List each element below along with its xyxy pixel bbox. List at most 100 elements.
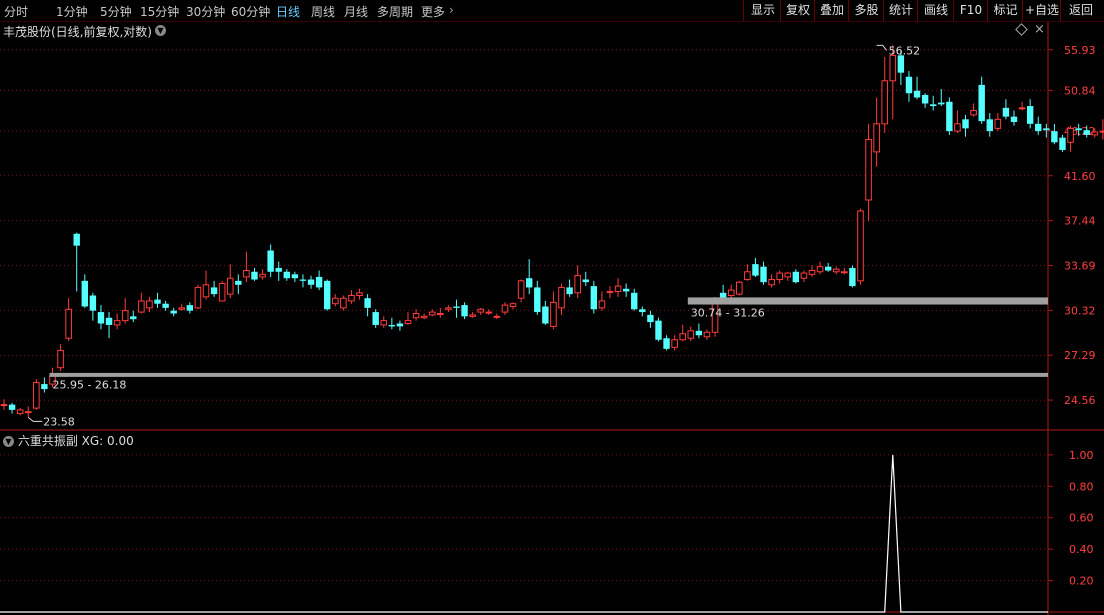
candle-body (986, 119, 993, 132)
y-tick-label: 37.44 (1064, 215, 1096, 228)
candle-body (420, 315, 428, 319)
band-label: 30.74 - 31.26 (691, 307, 765, 320)
candle-body (16, 409, 24, 414)
candle-body (445, 307, 452, 310)
candle-body (170, 310, 177, 314)
candle-body (558, 286, 565, 309)
candle-body (752, 264, 759, 276)
candle-body (89, 295, 97, 311)
candle-body (534, 287, 541, 313)
kline-chart: 24.5627.2930.3233.6937.4441.6046.2250.84… (0, 22, 1104, 615)
candle-body (202, 284, 210, 298)
candle-body (437, 312, 444, 315)
candle-body (1002, 107, 1010, 117)
candle-body (283, 271, 290, 279)
candle-body (380, 320, 388, 326)
candle-body (526, 278, 533, 288)
candle-body (453, 306, 460, 308)
candle-body (921, 94, 929, 104)
candle-body (695, 330, 703, 336)
candle-body (275, 267, 282, 272)
candle-body (509, 303, 517, 307)
high-label: 56.52 (889, 44, 921, 57)
candle-body (808, 269, 816, 275)
candle-body (905, 76, 913, 94)
candle-body (841, 271, 848, 274)
candle-body (800, 272, 808, 279)
y-tick-label: 50.84 (1064, 84, 1096, 97)
candle-body (267, 250, 274, 272)
candle-body (1035, 123, 1042, 132)
xg-line (0, 454, 1048, 613)
candle-body (146, 300, 153, 309)
support-band (49, 372, 1049, 377)
candle-body (340, 297, 347, 309)
y-tick-label: 33.69 (1064, 260, 1096, 273)
candle-body (8, 404, 16, 410)
candle-body (671, 339, 678, 348)
candle-body (930, 104, 937, 107)
candle-body (493, 315, 501, 318)
candle-body (881, 80, 889, 125)
candle-body (1051, 131, 1058, 143)
y-tick-label: 1.00 (1069, 449, 1094, 462)
candle-body (1083, 130, 1090, 135)
candle-body (315, 276, 323, 288)
candle-body (784, 272, 792, 278)
candle-body (954, 123, 961, 132)
y-tick-label: 41.60 (1064, 170, 1096, 183)
candle-body (639, 309, 646, 313)
candle-body (194, 286, 202, 309)
candle-body (744, 271, 751, 281)
y-tick-label: 0.60 (1069, 512, 1094, 525)
candle-body (598, 300, 606, 309)
candle-body (816, 266, 824, 273)
candle-body (590, 286, 598, 310)
candle-body (865, 139, 872, 201)
candle-body (727, 289, 735, 296)
candle-body (614, 285, 622, 292)
candle-body (469, 314, 476, 317)
candle-body (1075, 128, 1082, 131)
candle-body (792, 271, 800, 283)
candle-body (24, 411, 32, 414)
candle-body (647, 314, 654, 323)
candle-body (324, 280, 331, 310)
candle-body (501, 304, 509, 313)
low-pointer (27, 417, 43, 422)
y-tick-label: 24.56 (1064, 394, 1096, 407)
candle-body (550, 301, 557, 327)
candle-body (849, 267, 856, 287)
chevron-down-icon[interactable]: ▼ (3, 436, 14, 447)
candle-body (404, 320, 412, 325)
y-tick-label: 30.32 (1064, 304, 1096, 317)
candle-body (622, 288, 630, 292)
candle-body (566, 287, 573, 295)
candle-body (1091, 131, 1099, 136)
candle-body (913, 90, 921, 98)
candle-body (542, 306, 549, 324)
candle-body (0, 404, 8, 407)
candle-body (897, 55, 905, 73)
candle-body (477, 308, 485, 313)
candle-body (832, 268, 840, 273)
candle-body (655, 320, 662, 340)
candle-body (113, 320, 121, 326)
band-label: 25.95 - 26.18 (52, 379, 126, 392)
candle-body (1043, 128, 1050, 131)
candle-body (938, 102, 945, 105)
candle-body (1018, 107, 1026, 110)
support-band (687, 297, 1048, 305)
candle-body (57, 349, 64, 369)
y-tick-label: 0.80 (1069, 480, 1094, 493)
candle-body (396, 323, 404, 327)
candle-body (41, 384, 48, 390)
candle-body (946, 101, 953, 132)
candle-body (65, 308, 72, 339)
candle-body (776, 272, 783, 281)
candle-body (243, 269, 250, 278)
candle-body (1099, 130, 1104, 133)
candle-body (768, 279, 775, 286)
candle-body (428, 311, 436, 316)
candle-body (978, 84, 985, 122)
